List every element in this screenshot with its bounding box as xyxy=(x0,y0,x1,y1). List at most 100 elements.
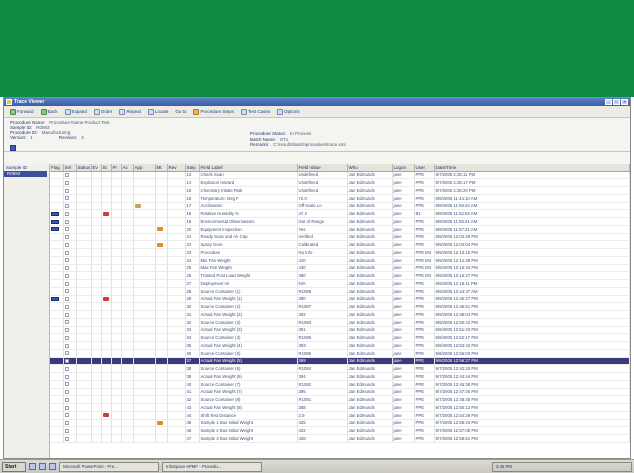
row-checkbox[interactable] xyxy=(64,405,69,410)
column-header[interactable]: Mt xyxy=(155,164,168,172)
quicklaunch-icon[interactable] xyxy=(39,463,46,470)
table-row[interactable]: 15 Chemistry Inhale Risk Undefined Jan Edmu… xyxy=(50,186,630,195)
table-row[interactable]: 18 Relative Humidity % 47.2 Jan Edmunds jane… xyxy=(50,209,630,218)
table-row[interactable]: 14 Explosion Hazard Undefined Jan Edmunds ja… xyxy=(50,178,630,187)
table-row[interactable]: 42 Source Container (8) R1081 Jan Edmunds ja… xyxy=(50,395,630,404)
row-checkbox[interactable] xyxy=(64,235,69,240)
minimize-button[interactable]: _ xyxy=(605,99,612,105)
table-row[interactable]: 34 Source Container (4) R1086 Jan Edmunds ja… xyxy=(50,333,630,342)
column-header[interactable]: Field Value xyxy=(297,164,348,172)
column-header[interactable]: Who xyxy=(347,164,393,172)
locate-button[interactable]: Locate xyxy=(146,107,171,117)
row-checkbox[interactable] xyxy=(64,188,69,193)
table-row[interactable]: 33 Actual Fan Weight (3) 391 Jan Edmunds jan… xyxy=(50,326,630,335)
taskbar-app-infospace[interactable]: InfoSpace ePMF - Procedu... xyxy=(162,461,262,472)
row-checkbox[interactable] xyxy=(64,374,69,379)
row-checkbox[interactable] xyxy=(64,281,69,286)
table-row[interactable]: 21 Ready Scan and Air Cap Verified Jan Edmu… xyxy=(50,233,630,242)
table-row[interactable]: 13 Check Scan Undefined Jan Edmunds jane PPE 9… xyxy=(50,171,630,180)
quicklaunch-icon[interactable] xyxy=(29,463,36,470)
table-row[interactable]: 36 Source Container (5) R1085 Jan Edmunds ja… xyxy=(50,349,630,358)
start-button[interactable]: Start xyxy=(2,461,26,472)
table-row[interactable]: 28 Source Container (1) R1088 Jan Edmunds ja… xyxy=(50,287,630,296)
row-checkbox[interactable] xyxy=(64,382,69,387)
column-header[interactable]: User xyxy=(414,164,435,172)
table-row[interactable]: 45 Sample 1 Bus Initial Weight 425 Jan Edmu… xyxy=(50,419,630,428)
maximize-button[interactable]: □ xyxy=(613,99,620,105)
table-row[interactable]: 47 Sample 3 Bus Initial Weight 428 Jan Edmu… xyxy=(50,434,630,443)
row-checkbox[interactable] xyxy=(64,266,69,271)
table-row[interactable]: 46 Sample 2 Bus Initial Weight 422 Jan Edmu… xyxy=(50,426,630,435)
row-checkbox[interactable] xyxy=(64,227,69,232)
row-checkbox[interactable] xyxy=(64,304,69,309)
row-checkbox[interactable] xyxy=(64,211,69,216)
column-header[interactable]: Rev xyxy=(167,164,186,172)
column-header[interactable]: Flag xyxy=(50,164,64,172)
table-row[interactable]: 27 Deployment Air N/A Jan Edmunds jane PPE 9/8… xyxy=(50,279,630,288)
column-header[interactable]: Pr xyxy=(111,164,122,172)
column-header[interactable]: Field Label xyxy=(199,164,298,172)
row-checkbox[interactable] xyxy=(64,366,69,371)
row-checkbox[interactable] xyxy=(64,351,69,356)
table-row[interactable]: 31 Actual Fan Weight (2) 392 Jan Edmunds jan… xyxy=(50,310,630,319)
row-checkbox[interactable] xyxy=(64,196,69,201)
column-header[interactable]: Ac xyxy=(121,164,134,172)
repeat-button[interactable]: Repeat xyxy=(117,107,143,117)
table-row[interactable]: 41 Actual Fan Weight (7) 395 Jan Edmunds jan… xyxy=(50,388,630,397)
table-row[interactable]: 37 Actual Fan Weight (5) 389 Jan Edmunds jan… xyxy=(50,357,630,366)
row-checkbox[interactable] xyxy=(64,219,69,224)
row-checkbox[interactable] xyxy=(64,258,69,263)
row-checkbox[interactable] xyxy=(64,204,69,209)
row-checkbox[interactable] xyxy=(64,320,69,325)
forward-button[interactable]: Forward xyxy=(8,107,36,117)
column-header[interactable]: Status xyxy=(76,164,92,172)
row-checkbox[interactable] xyxy=(64,289,69,294)
table-row[interactable]: 38 Source Container (6) R1084 Jan Edmunds ja… xyxy=(50,364,630,373)
quicklaunch-icon[interactable] xyxy=(49,463,56,470)
row-checkbox[interactable] xyxy=(64,413,69,418)
row-checkbox[interactable] xyxy=(64,180,69,185)
row-checkbox[interactable] xyxy=(64,359,69,364)
row-checkbox[interactable] xyxy=(64,343,69,348)
column-header[interactable]: Step xyxy=(185,164,200,172)
column-header[interactable]: Sel xyxy=(63,164,77,172)
column-header[interactable]: Logon xyxy=(392,164,415,172)
table-row[interactable]: 25 Max Fan Weight 430 Jan Edmunds jane PPE EN… xyxy=(50,264,630,273)
expand-button[interactable]: Expand xyxy=(63,107,89,117)
column-header[interactable]: Date/Time xyxy=(434,164,630,172)
table-row[interactable]: 30 Source Container (2) R1087 Jan Edmunds ja… xyxy=(50,302,630,311)
table-row[interactable]: 16 Temperature: Deg F 72.0 Jan Edmunds jane P… xyxy=(50,194,630,203)
table-row[interactable]: 17 Acclimation Off-scale Lo Jan Edmunds jane… xyxy=(50,202,630,211)
row-checkbox[interactable] xyxy=(64,250,69,255)
table-row[interactable]: 35 Actual Fan Weight (4) 393 Jan Edmunds jan… xyxy=(50,341,630,350)
table-row[interactable]: 20 Equipment Inspection Yes Jan Edmunds jane… xyxy=(50,225,630,234)
row-checkbox[interactable] xyxy=(64,297,69,302)
table-row[interactable]: 23 Procedure No Info Jan Edmunds jane PPE EN 9… xyxy=(50,248,630,257)
row-checkbox[interactable] xyxy=(64,328,69,333)
table-row[interactable]: 32 Source Container (3) R1083 Jan Edmunds ja… xyxy=(50,318,630,327)
column-header[interactable]: Ev xyxy=(91,164,102,172)
sidebar-item-selected[interactable]: R0993 xyxy=(4,171,47,177)
order-button[interactable]: Order xyxy=(92,107,115,117)
test-cases-button[interactable]: Test Cases xyxy=(239,107,272,117)
goto-button[interactable]: Go to xyxy=(173,107,188,117)
column-header[interactable]: App xyxy=(133,164,156,172)
row-checkbox[interactable] xyxy=(64,436,69,441)
column-header[interactable]: St xyxy=(101,164,112,172)
row-checkbox[interactable] xyxy=(64,312,69,317)
table-row[interactable]: 29 Actual Fan Weight (1) 390 Jan Edmunds jan… xyxy=(50,295,630,304)
table-row[interactable]: 39 Actual Fan Weight (6) 394 Jan Edmunds jan… xyxy=(50,372,630,381)
back-button[interactable]: Back xyxy=(39,107,60,117)
row-checkbox[interactable] xyxy=(64,390,69,395)
table-row[interactable]: 24 Min Fan Weight 410 Jan Edmunds jane PPE EN… xyxy=(50,256,630,265)
row-checkbox[interactable] xyxy=(64,421,69,426)
table-row[interactable]: 22 Spray Gore Calibrated Jan Edmunds jane PPE… xyxy=(50,240,630,249)
table-row[interactable]: 43 Actual Fan Weight (8) 388 Jan Edmunds jan… xyxy=(50,403,630,412)
table-row[interactable]: 19 Environmental Observations Out of Range… xyxy=(50,217,630,226)
row-checkbox[interactable] xyxy=(64,273,69,278)
row-checkbox[interactable] xyxy=(64,242,69,247)
row-checkbox[interactable] xyxy=(64,335,69,340)
row-checkbox[interactable] xyxy=(64,397,69,402)
options-button[interactable]: Options xyxy=(275,107,302,117)
close-button[interactable]: × xyxy=(621,99,628,105)
